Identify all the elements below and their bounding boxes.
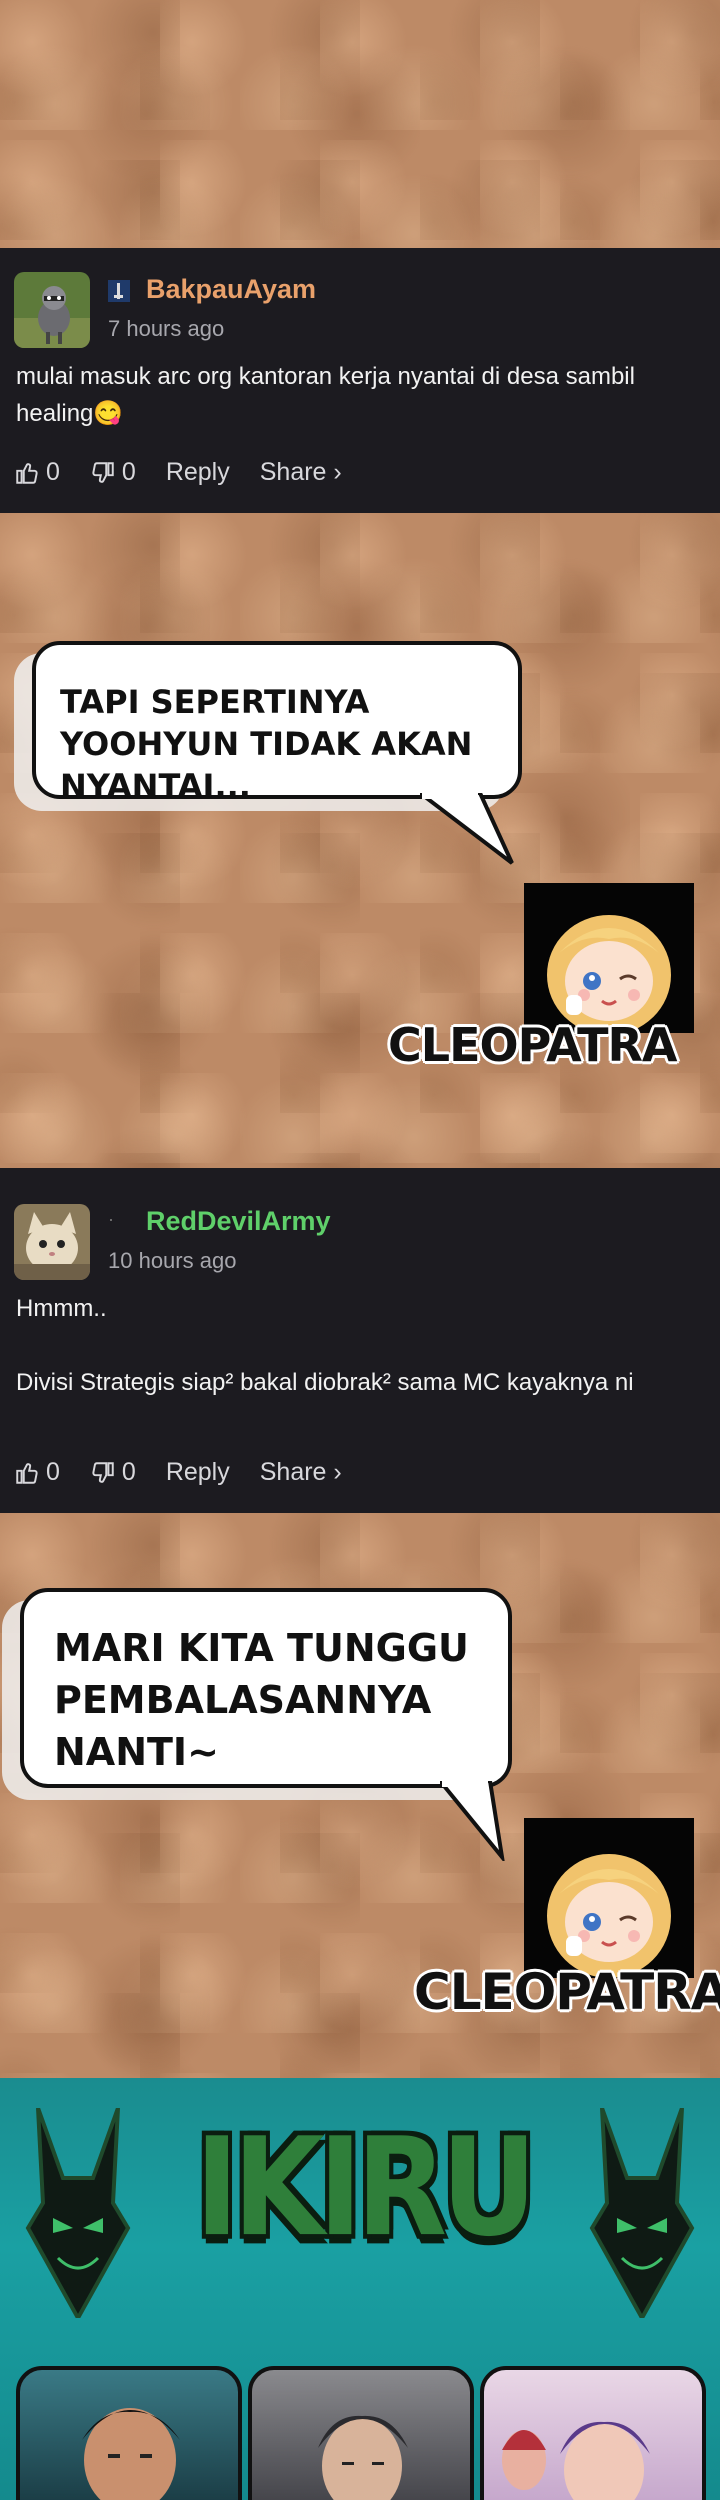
dislike-count: 0 bbox=[121, 458, 136, 486]
character-portrait-icon bbox=[82, 2408, 180, 2500]
manga-cover[interactable] bbox=[248, 2366, 474, 2500]
share-button[interactable]: Share › bbox=[260, 1458, 342, 1487]
comment-username[interactable]: BakpauAyam bbox=[146, 274, 316, 305]
like-button[interactable]: 0 bbox=[14, 458, 60, 487]
character-portrait-icon bbox=[318, 2415, 408, 2500]
comment-text: Hmmm.. Divisi Strategis siap² bakal diob… bbox=[16, 1295, 634, 1396]
avatar[interactable] bbox=[14, 272, 90, 348]
cleopatra-avatar bbox=[524, 883, 694, 1033]
thumbs-up-icon bbox=[16, 1462, 38, 1484]
comment-timestamp: 10 hours ago bbox=[108, 1248, 237, 1273]
comment-actions: 0 0 Reply Share › bbox=[14, 458, 372, 487]
dislike-button[interactable]: 0 bbox=[90, 1458, 136, 1487]
manga-panel: MARI KITA TUNGGU PEMBALASANNYA NANTI~ CL… bbox=[0, 1513, 720, 2078]
thumbs-down-icon bbox=[92, 461, 114, 483]
panel-caption: CLEOPATRA bbox=[388, 1018, 678, 1072]
comment-card: · RedDevilArmy 10 hours ago Hmmm.. Divis… bbox=[0, 1168, 720, 1513]
speech-bubble-text: TAPI SEPERTINYA YOOHYUN TIDAK AKAN NYANT… bbox=[60, 683, 473, 805]
reply-button[interactable]: Reply bbox=[166, 458, 230, 487]
comment-actions: 0 0 Reply Share › bbox=[14, 1458, 372, 1487]
flag-icon bbox=[108, 280, 130, 306]
thumbs-down-icon bbox=[92, 1461, 114, 1483]
character-portrait-icon bbox=[502, 2421, 650, 2500]
comment-card: BakpauAyam 7 hours ago mulai masuk arc o… bbox=[0, 248, 720, 513]
chibi-girl-icon bbox=[524, 883, 694, 1033]
speech-bubble-text: MARI KITA TUNGGU PEMBALASANNYA NANTI~ bbox=[54, 1626, 469, 1774]
comment-username[interactable]: RedDevilArmy bbox=[146, 1206, 331, 1237]
speech-bubble: TAPI SEPERTINYA YOOHYUN TIDAK AKAN NYANT… bbox=[32, 641, 522, 805]
cat-avatar-icon bbox=[14, 1204, 90, 1280]
panel-caption: CLEOPATRA bbox=[414, 1963, 720, 2021]
like-button[interactable]: 0 bbox=[14, 1458, 60, 1487]
manga-cover[interactable] bbox=[480, 2366, 706, 2500]
reply-button[interactable]: Reply bbox=[166, 1458, 230, 1487]
speech-bubble: MARI KITA TUNGGU PEMBALASANNYA NANTI~ bbox=[20, 1588, 512, 1788]
jackal-head-left-icon bbox=[25, 2108, 131, 2318]
flag-icon: · bbox=[108, 1209, 114, 1229]
avatar[interactable] bbox=[14, 1204, 90, 1280]
jackal-head-right-icon bbox=[589, 2108, 695, 2318]
manga-panel: TAPI SEPERTINYA YOOHYUN TIDAK AKAN NYANT… bbox=[0, 513, 720, 1168]
sand-panel-top bbox=[0, 0, 720, 248]
manga-cover[interactable] bbox=[16, 2366, 242, 2500]
comment-text: mulai masuk arc org kantoran kerja nyant… bbox=[16, 363, 635, 427]
dislike-button[interactable]: 0 bbox=[90, 458, 136, 487]
speech-bubble-tail bbox=[440, 1781, 505, 1861]
chibi-girl-icon bbox=[524, 1818, 694, 1978]
speech-bubble-tail bbox=[420, 793, 514, 865]
thumbs-up-icon bbox=[16, 462, 38, 484]
cleopatra-avatar bbox=[524, 1818, 694, 1978]
comment-timestamp: 7 hours ago bbox=[108, 316, 225, 341]
site-logo: IKIRU bbox=[195, 2107, 537, 2267]
dislike-count: 0 bbox=[121, 1458, 136, 1486]
raccoon-avatar-icon bbox=[14, 272, 90, 348]
like-count: 0 bbox=[46, 458, 60, 486]
like-count: 0 bbox=[46, 1458, 60, 1486]
share-button[interactable]: Share › bbox=[260, 458, 342, 487]
ikiru-banner: IKIRU bbox=[0, 2078, 720, 2500]
